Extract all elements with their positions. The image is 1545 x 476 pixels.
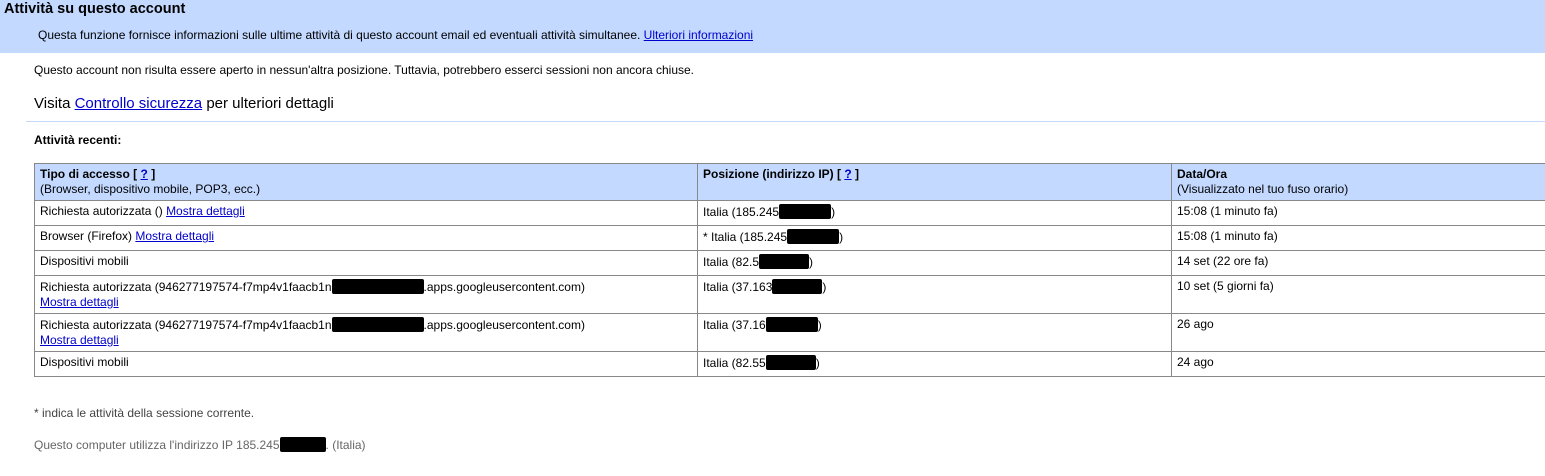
location-close: ): [815, 356, 820, 370]
visit-prefix: Visita: [34, 95, 71, 112]
location-help-link[interactable]: ?: [844, 167, 851, 181]
access-cell: Richiesta autorizzata (946277197574-f7mp…: [34, 275, 698, 314]
access-type-text: Richiesta autorizzata (946277197574-f7mp…: [40, 318, 332, 332]
access-cell: Dispositivi mobili: [34, 250, 698, 276]
location-close: ): [822, 280, 827, 294]
redaction-block: [759, 254, 810, 269]
redaction-block: [772, 279, 823, 294]
location-text: * Italia (185.245: [703, 230, 788, 244]
access-cell: Dispositivi mobili: [34, 351, 698, 377]
datetime-cell: 15:08 (1 minuto fa): [1171, 225, 1545, 251]
access-type-text: Dispositivi mobili: [40, 254, 129, 268]
access-cell: Browser (Firefox) Mostra dettagli: [34, 225, 698, 251]
redaction-block: [779, 204, 832, 219]
location-close: ): [839, 230, 844, 244]
access-cell: Richiesta autorizzata () Mostra dettagli: [34, 200, 698, 226]
table-header-row: Tipo di accesso [ ? ] (Browser, disposit…: [34, 163, 1545, 201]
col-access-close: ]: [151, 167, 156, 181]
activity-table: Tipo di accesso [ ? ] (Browser, disposit…: [34, 163, 1545, 377]
access-help-link[interactable]: ?: [141, 167, 148, 181]
session-notice: Questo account non risulta essere aperto…: [34, 63, 695, 77]
computer-ip-note: Questo computer utilizza l'indirizzo IP …: [34, 437, 366, 452]
col-location-title: Posizione (indirizzo IP) [: [703, 167, 841, 181]
header-description: Questa funzione fornisce informazioni su…: [38, 28, 753, 42]
access-type-text: Richiesta autorizzata (946277197574-f7mp…: [40, 280, 332, 294]
location-text: Italia (37.163: [703, 280, 773, 294]
datetime-cell: 24 ago: [1171, 351, 1545, 377]
access-type-text: Richiesta autorizzata (): [40, 204, 163, 218]
visit-suffix: per ulteriori dettagli: [206, 95, 334, 112]
access-type-suffix: .apps.googleusercontent.com): [423, 318, 585, 332]
table-row: Dispositivi mobili Italia (82.5) 14 set …: [34, 250, 1545, 276]
location-text: Italia (37.16: [703, 318, 766, 332]
access-cell: Richiesta autorizzata (946277197574-f7mp…: [34, 313, 698, 352]
col-access-title: Tipo di accesso [: [40, 167, 138, 181]
security-checkup-link[interactable]: Controllo sicurezza: [75, 95, 203, 112]
show-details-link[interactable]: Mostra dettagli: [40, 333, 119, 347]
access-type-suffix: .apps.googleusercontent.com): [423, 280, 585, 294]
table-row: Browser (Firefox) Mostra dettagli * Ital…: [34, 225, 1545, 251]
section-divider: [26, 121, 1545, 122]
access-type-text: Dispositivi mobili: [40, 355, 129, 369]
location-text: Italia (185.245: [703, 205, 780, 219]
location-cell: Italia (82.55): [697, 351, 1172, 377]
location-close: ): [831, 205, 836, 219]
location-close: ): [809, 255, 814, 269]
table-row: Richiesta autorizzata (946277197574-f7mp…: [34, 275, 1545, 314]
col-access-type: Tipo di accesso [ ? ] (Browser, disposit…: [34, 163, 698, 201]
col-access-subtitle: (Browser, dispositivo mobile, POP3, ecc.…: [40, 182, 261, 196]
header-bar: Attività su questo account Questa funzio…: [0, 0, 1545, 53]
show-details-link[interactable]: Mostra dettagli: [135, 229, 214, 243]
datetime-cell: 15:08 (1 minuto fa): [1171, 200, 1545, 226]
header-description-text: Questa funzione fornisce informazioni su…: [38, 28, 641, 42]
datetime-cell: 10 set (5 giorni fa): [1171, 275, 1545, 314]
location-cell: Italia (37.16): [697, 313, 1172, 352]
redaction-block: [279, 437, 326, 452]
show-details-link[interactable]: Mostra dettagli: [40, 295, 119, 309]
col-location-close: ]: [855, 167, 860, 181]
datetime-cell: 26 ago: [1171, 313, 1545, 352]
location-close: ): [817, 318, 822, 332]
table-row: Richiesta autorizzata () Mostra dettagli…: [34, 200, 1545, 226]
redaction-block: [765, 355, 816, 370]
col-datetime: Data/Ora (Visualizzato nel tuo fuso orar…: [1171, 163, 1545, 201]
recent-activity-heading: Attività recenti:: [34, 133, 122, 147]
location-cell: Italia (82.5): [697, 250, 1172, 276]
col-location: Posizione (indirizzo IP) [ ? ]: [697, 163, 1172, 201]
redaction-block: [787, 229, 840, 244]
location-cell: Italia (185.245): [697, 200, 1172, 226]
ip-note-prefix: Questo computer utilizza l'indirizzo IP …: [34, 438, 280, 452]
location-cell: Italia (37.163): [697, 275, 1172, 314]
more-info-link[interactable]: Ulteriori informazioni: [644, 28, 753, 42]
ip-note-suffix: . (Italia): [325, 438, 366, 452]
location-text: Italia (82.5: [703, 255, 760, 269]
current-session-footnote: * indica le attività della sessione corr…: [34, 406, 255, 420]
redaction-block: [765, 317, 818, 332]
col-datetime-subtitle: (Visualizzato nel tuo fuso orario): [1177, 182, 1349, 196]
datetime-cell: 14 set (22 ore fa): [1171, 250, 1545, 276]
page-title: Attività su questo account: [4, 1, 186, 17]
location-cell: * Italia (185.245): [697, 225, 1172, 251]
access-type-text: Browser (Firefox): [40, 229, 133, 243]
visit-security-line: Visita Controllo sicurezza per ulteriori…: [34, 95, 334, 112]
redaction-block: [331, 317, 424, 332]
show-details-link[interactable]: Mostra dettagli: [166, 204, 245, 218]
redaction-block: [331, 279, 424, 294]
col-datetime-title: Data/Ora: [1177, 167, 1228, 181]
location-text: Italia (82.55: [703, 356, 766, 370]
table-row: Richiesta autorizzata (946277197574-f7mp…: [34, 313, 1545, 352]
table-row: Dispositivi mobili Italia (82.55) 24 ago: [34, 351, 1545, 377]
